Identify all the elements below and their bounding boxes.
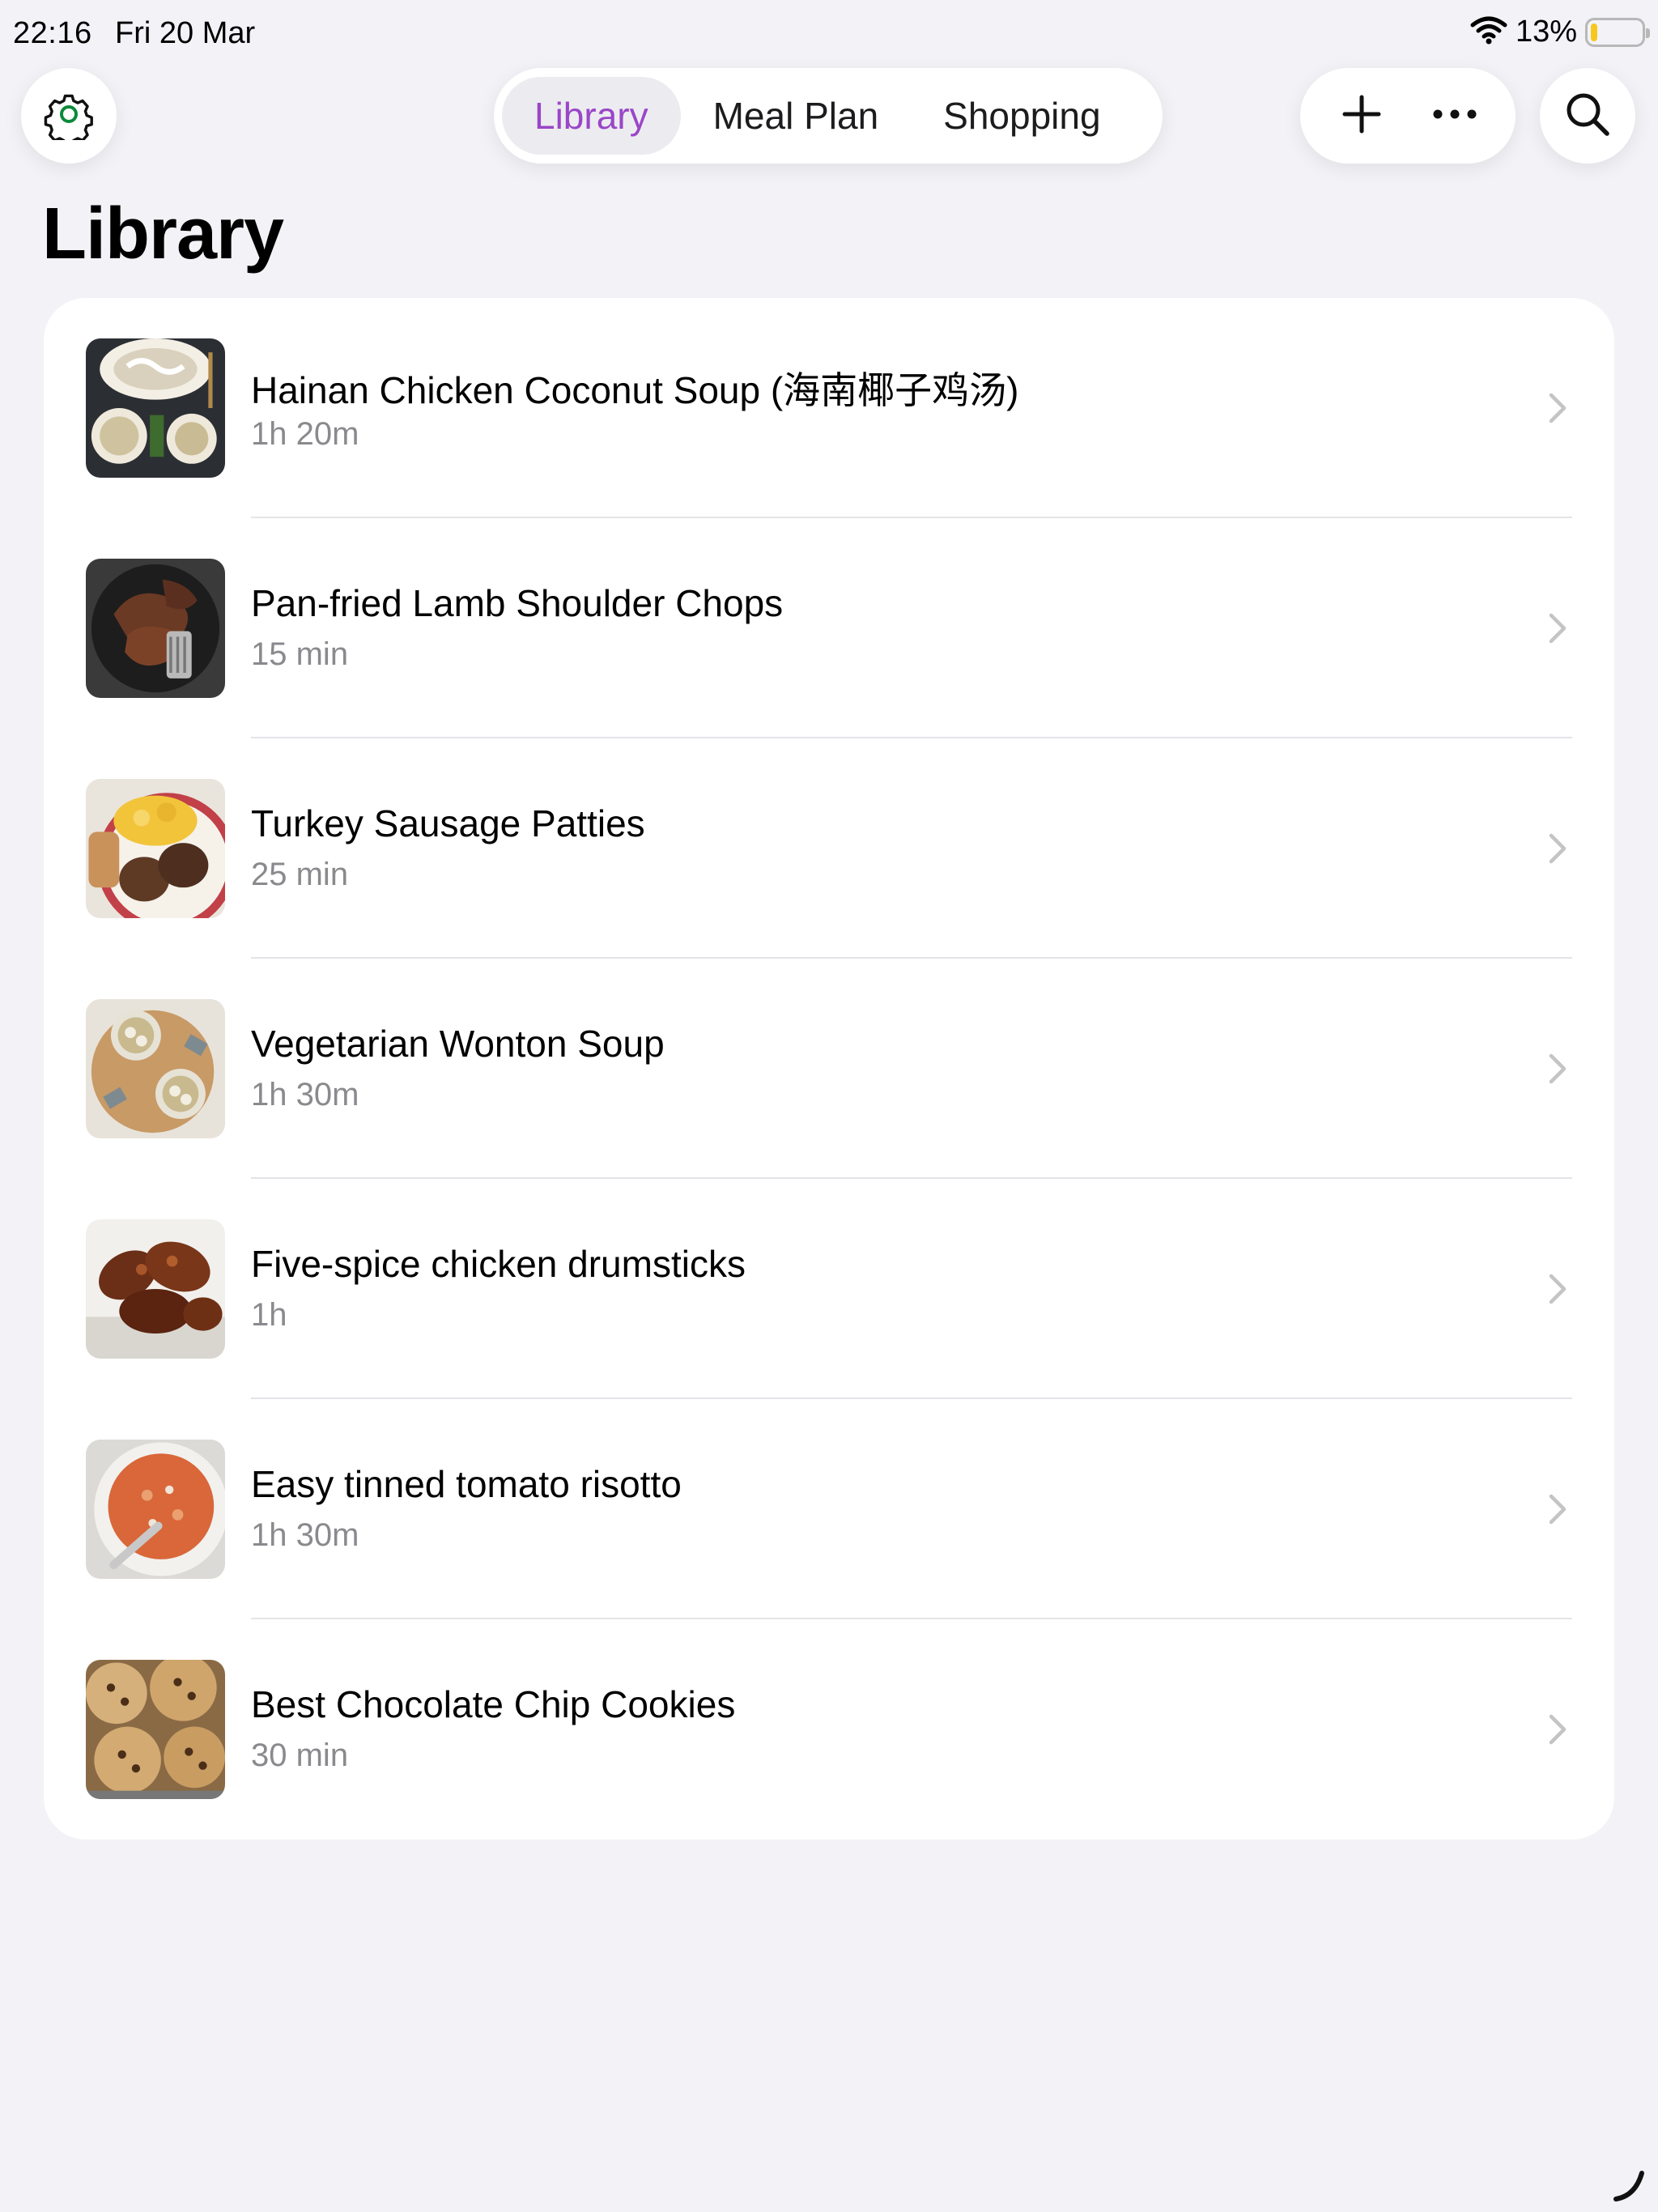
recipe-row[interactable]: Five-spice chicken drumsticks 1h	[44, 1179, 1614, 1399]
cookies-photo-icon	[86, 1660, 225, 1799]
recipe-thumbnail	[86, 338, 225, 478]
resize-handle-icon[interactable]	[1611, 2168, 1647, 2204]
add-button[interactable]	[1321, 75, 1402, 156]
chevron-right-icon	[1549, 613, 1567, 644]
recipe-title: Vegetarian Wonton Soup	[251, 1023, 665, 1065]
chevron-right-icon	[1549, 1714, 1567, 1745]
chevron-right-icon	[1549, 1494, 1567, 1525]
page-title: Library	[42, 194, 284, 274]
chevron-right-icon	[1549, 393, 1567, 423]
status-indicators: 13%	[1470, 15, 1650, 49]
recipe-thumbnail	[86, 559, 225, 698]
status-date: Fri 20 Mar	[115, 16, 256, 50]
chevron-right-icon	[1549, 1274, 1567, 1304]
recipe-duration: 1h 30m	[251, 1517, 359, 1553]
recipe-row[interactable]: Turkey Sausage Patties 25 min	[44, 738, 1614, 959]
recipe-title: Turkey Sausage Patties	[251, 802, 645, 844]
sausage-patties-photo-icon	[86, 779, 225, 918]
recipe-title: Easy tinned tomato risotto	[251, 1463, 682, 1505]
recipe-duration: 25 min	[251, 857, 349, 892]
battery-icon	[1585, 17, 1650, 47]
tab-meal-plan[interactable]: Meal Plan	[681, 77, 912, 155]
recipe-title: Best Chocolate Chip Cookies	[251, 1683, 736, 1725]
settings-button[interactable]	[21, 68, 117, 164]
status-time: 22:16	[13, 16, 92, 50]
recipe-row[interactable]: Easy tinned tomato risotto 1h 30m	[44, 1399, 1614, 1619]
recipe-row[interactable]: Vegetarian Wonton Soup 1h 30m	[44, 959, 1614, 1179]
search-icon	[1563, 90, 1612, 143]
recipe-list: Hainan Chicken Coconut Soup (海南椰子鸡汤) 1h …	[44, 298, 1614, 1840]
search-button[interactable]	[1540, 68, 1635, 164]
wonton-soup-photo-icon	[86, 999, 225, 1138]
recipe-thumbnail	[86, 1219, 225, 1359]
gear-icon	[43, 88, 95, 147]
action-buttons	[1300, 68, 1516, 164]
plus-icon	[1341, 94, 1382, 138]
drumsticks-photo-icon	[86, 1219, 225, 1359]
more-button[interactable]	[1414, 75, 1495, 156]
recipe-title: Five-spice chicken drumsticks	[251, 1243, 746, 1285]
recipe-duration: 30 min	[251, 1738, 349, 1773]
status-bar: 22:16 Fri 20 Mar 13%	[0, 0, 1658, 65]
risotto-photo-icon	[86, 1440, 225, 1579]
recipe-row[interactable]: Best Chocolate Chip Cookies 30 min	[44, 1619, 1614, 1840]
recipe-row[interactable]: Hainan Chicken Coconut Soup (海南椰子鸡汤) 1h …	[44, 298, 1614, 518]
recipe-duration: 15 min	[251, 636, 349, 672]
recipe-title: Pan-fried Lamb Shoulder Chops	[251, 582, 784, 624]
ellipsis-icon	[1432, 108, 1477, 124]
recipe-duration: 1h	[251, 1297, 287, 1333]
recipe-thumbnail	[86, 1660, 225, 1799]
lamb-chops-photo-icon	[86, 559, 225, 698]
tab-shopping[interactable]: Shopping	[911, 77, 1133, 155]
recipe-duration: 1h 20m	[251, 416, 359, 452]
recipe-row[interactable]: Pan-fried Lamb Shoulder Chops 15 min	[44, 518, 1614, 738]
tab-library[interactable]: Library	[502, 77, 681, 155]
battery-level	[1591, 23, 1597, 41]
wifi-icon	[1470, 15, 1507, 49]
battery-percentage: 13%	[1515, 15, 1577, 49]
section-tabs: Library Meal Plan Shopping	[494, 68, 1163, 164]
recipe-thumbnail	[86, 999, 225, 1138]
chevron-right-icon	[1549, 833, 1567, 864]
chevron-right-icon	[1549, 1053, 1567, 1084]
coconut-soup-photo-icon	[86, 338, 225, 478]
recipe-duration: 1h 30m	[251, 1077, 359, 1112]
recipe-thumbnail	[86, 1440, 225, 1579]
recipe-thumbnail	[86, 779, 225, 918]
recipe-title: Hainan Chicken Coconut Soup (海南椰子鸡汤)	[251, 369, 1019, 411]
